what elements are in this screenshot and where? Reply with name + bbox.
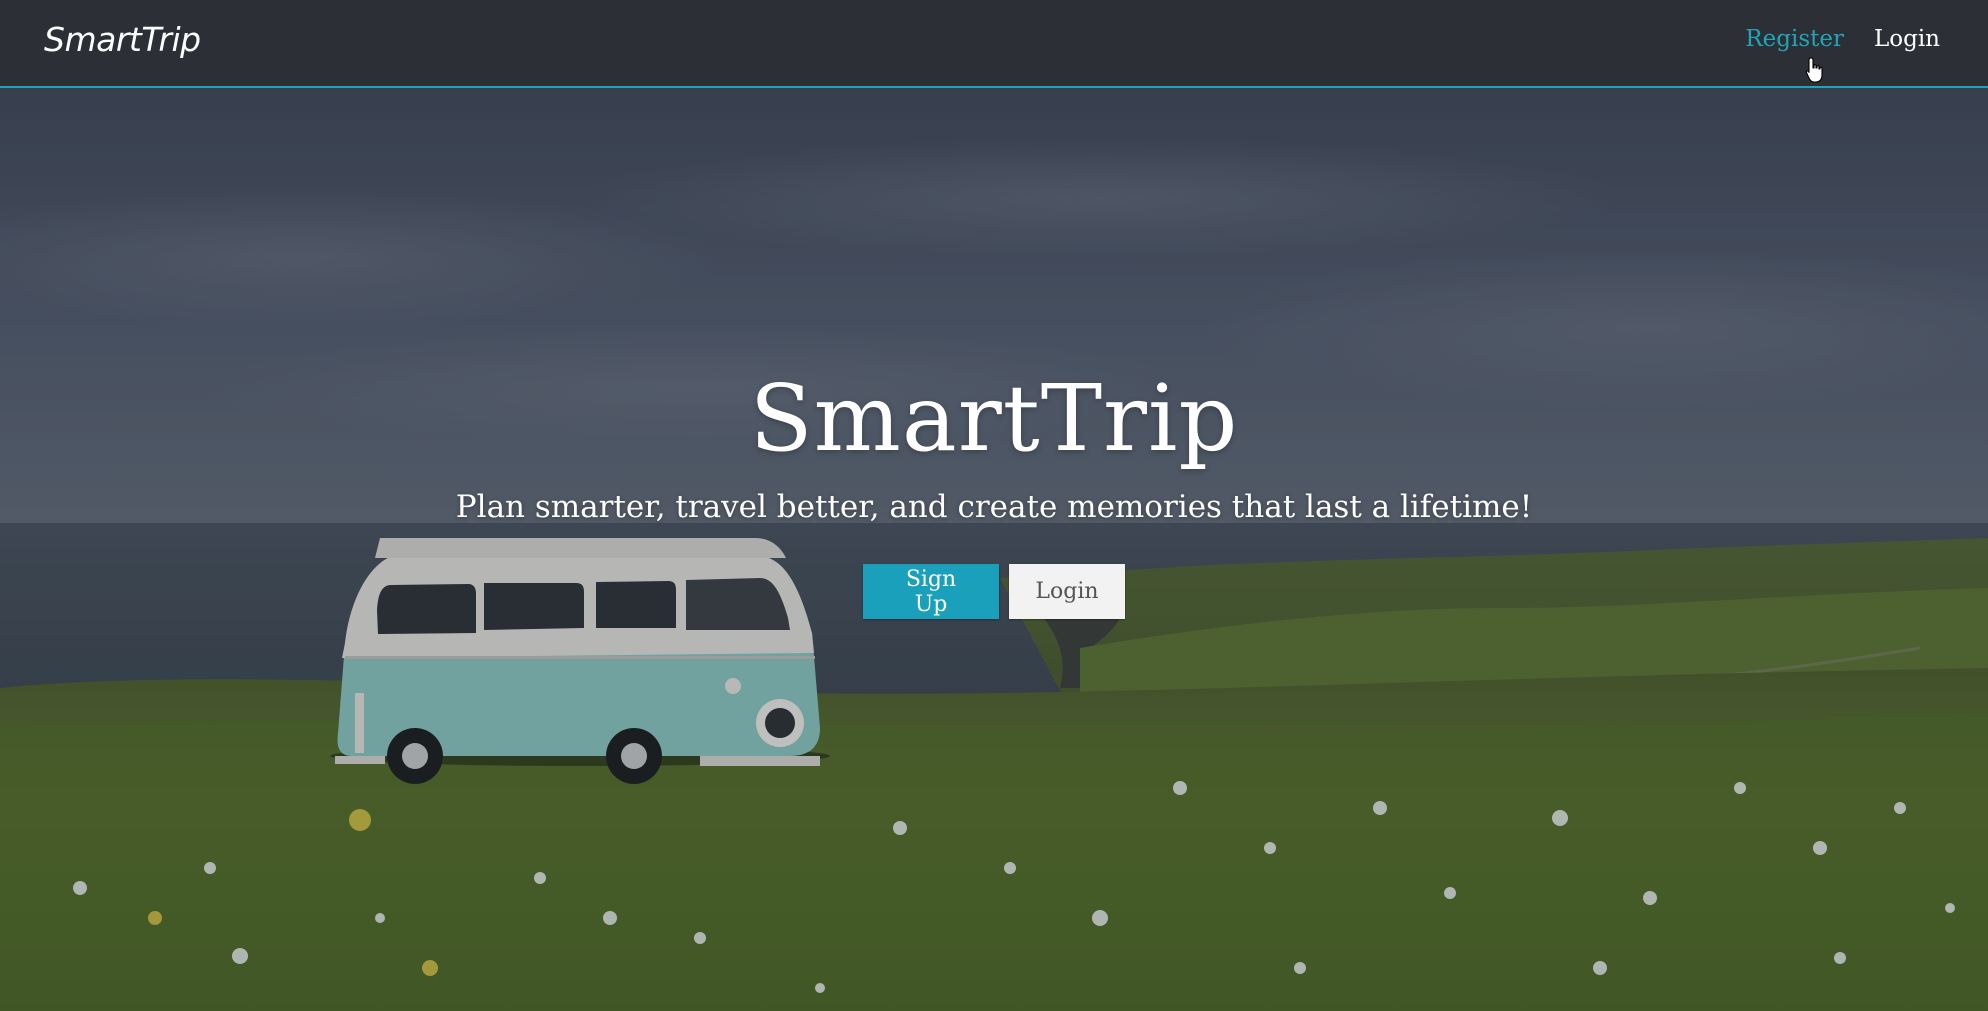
login-button[interactable]: Login [1009,564,1125,620]
nav-links: Register Login [1745,26,1940,52]
signup-button[interactable]: Sign Up [863,564,999,620]
top-navbar: SmartTrip Register Login [0,0,1988,88]
nav-register-link[interactable]: Register [1745,26,1844,52]
hero-content: SmartTrip Plan smarter, travel better, a… [0,365,1988,620]
hero-title: SmartTrip [749,365,1239,472]
hero-section: SmartTrip Plan smarter, travel better, a… [0,88,1988,1011]
nav-login-link[interactable]: Login [1874,26,1940,52]
hand-pointer-icon [1805,57,1823,83]
hero-tagline: Plan smarter, travel better, and create … [455,489,1533,526]
hero-button-group: Sign Up Login [0,564,1988,620]
brand-logo[interactable]: SmartTrip [44,20,201,59]
